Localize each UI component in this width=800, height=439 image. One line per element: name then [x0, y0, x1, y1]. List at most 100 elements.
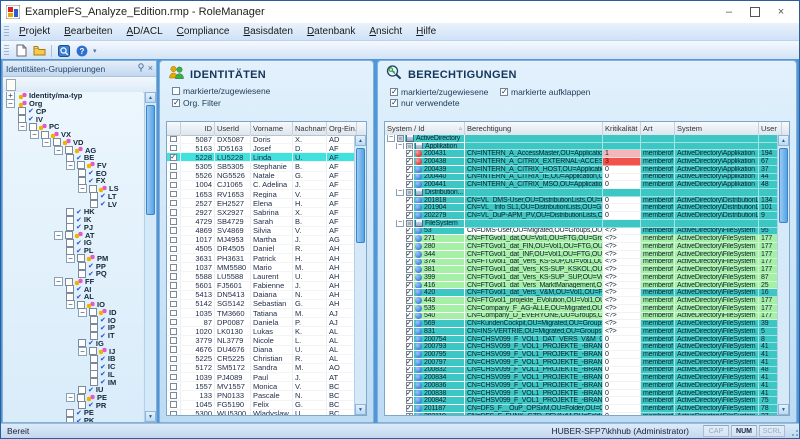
tree-item-FX[interactable]: ✔FX	[3, 177, 143, 185]
identity-row[interactable]: 87DP0087DanielaP.AJ	[167, 318, 354, 327]
collapse-icon[interactable]: −	[66, 161, 75, 170]
tree-item-PM[interactable]: −PM	[3, 254, 143, 262]
permission-checkbox[interactable]	[406, 397, 413, 404]
identity-row[interactable]: 4729SB4729SarahB.AF	[167, 217, 354, 226]
tree-scrollbar[interactable]: ▲ ▼	[144, 92, 156, 422]
tree-checkbox[interactable]	[78, 177, 86, 185]
filter-checkbox[interactable]	[172, 99, 180, 107]
tree-checkbox[interactable]	[66, 417, 74, 422]
column-header-select[interactable]	[167, 122, 181, 135]
identity-row[interactable]: 1045FG5190FelixG.BC	[167, 401, 354, 410]
permission-row[interactable]: 374CN=FTGvol1_dat_Vers_KS-SUP,OU=Vol1,OU…	[385, 259, 777, 267]
permissions-scrollbar[interactable]: ▲ ▼	[777, 135, 789, 415]
permission-checkbox[interactable]	[406, 197, 413, 204]
tree-item-PJ[interactable]: ✔PJ	[3, 223, 143, 231]
tree-checkbox[interactable]	[78, 401, 86, 409]
identity-row[interactable]: 3631PH3631PatrickH.AH	[167, 254, 354, 263]
permission-checkbox[interactable]	[406, 274, 413, 281]
filter-markierte-zugewiesene[interactable]: markierte/zugewiesene	[390, 87, 500, 96]
tree-item-VD[interactable]: −VD	[3, 138, 143, 146]
permission-row[interactable]: 202110CN=DFS_F_FUNK_GZD_PEVAxM,OU=Folder…	[385, 413, 777, 415]
tree-item-IG[interactable]: ✔IG	[3, 340, 143, 348]
permission-row[interactable]: 200438CN=INTERN_A_CITRIX_EXTERNAL-ACCESS…	[385, 158, 777, 166]
permission-row[interactable]: 381CN=FTGvol1_dat_Vers_KS-SUP_KSKOL,OU=V…	[385, 266, 777, 274]
tree-scrollbar-thumb[interactable]	[146, 105, 155, 215]
permission-group-row[interactable]: −Distribution...	[385, 189, 777, 197]
tree-item-PR[interactable]: ✔PR	[3, 401, 143, 409]
column-header-kritikalitt[interactable]: Kritikalität	[603, 122, 641, 135]
tree-item-AT[interactable]: −AT	[3, 231, 143, 239]
tree-checkbox[interactable]	[41, 131, 49, 139]
identity-row[interactable]: 2527EH2527ElenaH.AF	[167, 199, 354, 208]
tree-item-IM[interactable]: ✔IM	[3, 378, 143, 386]
identity-row[interactable]: 5305SB5305StephanieB.AF	[167, 162, 354, 171]
scroll-down-icon[interactable]: ▼	[145, 411, 156, 422]
identity-checkbox[interactable]	[170, 255, 177, 262]
identity-row[interactable]: 1557MV1557MonicaV.BC	[167, 382, 354, 391]
permission-checkbox[interactable]	[406, 212, 413, 219]
tree-item-IJ[interactable]: −IJ	[3, 347, 143, 355]
identity-row[interactable]: 1020LK0130LukasK.AL	[167, 327, 354, 336]
permission-checkbox[interactable]	[406, 367, 413, 374]
permission-checkbox[interactable]	[406, 251, 413, 258]
identity-checkbox[interactable]	[170, 163, 177, 170]
tree-item-IT[interactable]: ✔IT	[3, 332, 143, 340]
identity-row[interactable]: 1037MM5580MarioM.AH	[167, 263, 354, 272]
permission-group-row[interactable]: −Applikation	[385, 143, 777, 151]
scroll-up-icon[interactable]: ▲	[145, 92, 156, 103]
menu-ansicht[interactable]: Ansicht	[362, 25, 409, 38]
permission-checkbox[interactable]	[406, 313, 413, 320]
permission-row[interactable]: 540CN=Company_D_EVERYONE,OU=Groups,OU=AG…	[385, 313, 777, 321]
collapse-icon[interactable]: −	[66, 393, 75, 402]
column-header-user[interactable]: User	[759, 122, 782, 135]
tree-item-PE[interactable]: ✔PE	[3, 409, 143, 417]
permission-checkbox[interactable]	[406, 204, 413, 211]
filter-checkbox[interactable]	[500, 88, 508, 96]
identity-checkbox[interactable]	[170, 200, 177, 207]
permission-row[interactable]: 416CN=FTGvol1_dat_Vers_MarktManagement,O…	[385, 282, 777, 290]
collapse-icon[interactable]: −	[54, 277, 63, 286]
collapse-icon[interactable]: −	[396, 220, 404, 227]
permission-row[interactable]: 200838CN=CHSV099_F_VOL1_PROJEKTE_-BRANDI…	[385, 390, 777, 398]
identity-checkbox[interactable]	[170, 246, 177, 253]
column-header-systemid[interactable]: System / Id▵	[385, 122, 465, 135]
identity-checkbox[interactable]	[170, 411, 177, 415]
identity-row[interactable]: 4505DR4505DanielR.AH	[167, 245, 354, 254]
identity-checkbox[interactable]	[170, 328, 177, 335]
scroll-down-icon[interactable]: ▼	[778, 404, 789, 415]
permission-checkbox[interactable]	[406, 374, 413, 381]
permission-checkbox[interactable]	[406, 174, 413, 181]
group-checkbox[interactable]	[406, 189, 413, 196]
collapse-icon[interactable]: −	[396, 143, 404, 150]
permission-checkbox[interactable]	[406, 150, 413, 157]
tree-item-PQ[interactable]: ✔PQ	[3, 270, 143, 278]
identity-checkbox[interactable]	[170, 356, 177, 363]
identity-row[interactable]: 5225CR5225ChristianR.AL	[167, 355, 354, 364]
collapse-icon[interactable]: −	[78, 347, 87, 356]
tree-checkbox[interactable]	[29, 123, 37, 131]
filter-org--filter[interactable]: Org. Filter	[172, 98, 373, 108]
tree-item-PE[interactable]: −PE	[3, 394, 143, 402]
identity-row[interactable]: 5172SM5172SandraM.AO	[167, 364, 354, 373]
database-view-icon[interactable]	[55, 43, 73, 59]
column-header-vorname[interactable]: Vorname	[251, 122, 293, 135]
permission-checkbox[interactable]	[406, 305, 413, 312]
identity-checkbox[interactable]	[170, 237, 177, 244]
permission-row[interactable]: 200439CN=INTERN_A_CITRIX_HOST,OU=Applica…	[385, 166, 777, 174]
permission-row[interactable]: 344CN=FTGvol1_dat_INF,OU=Vol1,OU=FTG,OU=…	[385, 251, 777, 259]
identity-checkbox[interactable]	[170, 401, 177, 408]
tree-item-IL[interactable]: ✔IL	[3, 370, 143, 378]
filter-checkbox[interactable]	[390, 99, 398, 107]
group-checkbox[interactable]	[397, 135, 404, 142]
permission-checkbox[interactable]	[406, 297, 413, 304]
identity-row[interactable]: 1004CJ1065C. AdelinaJ.AF	[167, 181, 354, 190]
permission-row[interactable]: 201818CN=VL_DMS-User,OU=DistributionList…	[385, 197, 777, 205]
permission-checkbox[interactable]	[406, 405, 413, 412]
tree-checkbox[interactable]	[78, 270, 86, 278]
identity-row[interactable]: 5142SG5142SebastianG.AH	[167, 300, 354, 309]
filter-markierte-zugewiesene[interactable]: markierte/zugewiesene	[172, 86, 373, 96]
identity-row[interactable]: 1039PJ4089PaulJ.AT	[167, 373, 354, 382]
column-header-nachname[interactable]: Nachname	[293, 122, 327, 135]
tree-item-AG[interactable]: −AG	[3, 146, 143, 154]
identity-row[interactable]: 5526NG5526NataleG.AF	[167, 172, 354, 181]
